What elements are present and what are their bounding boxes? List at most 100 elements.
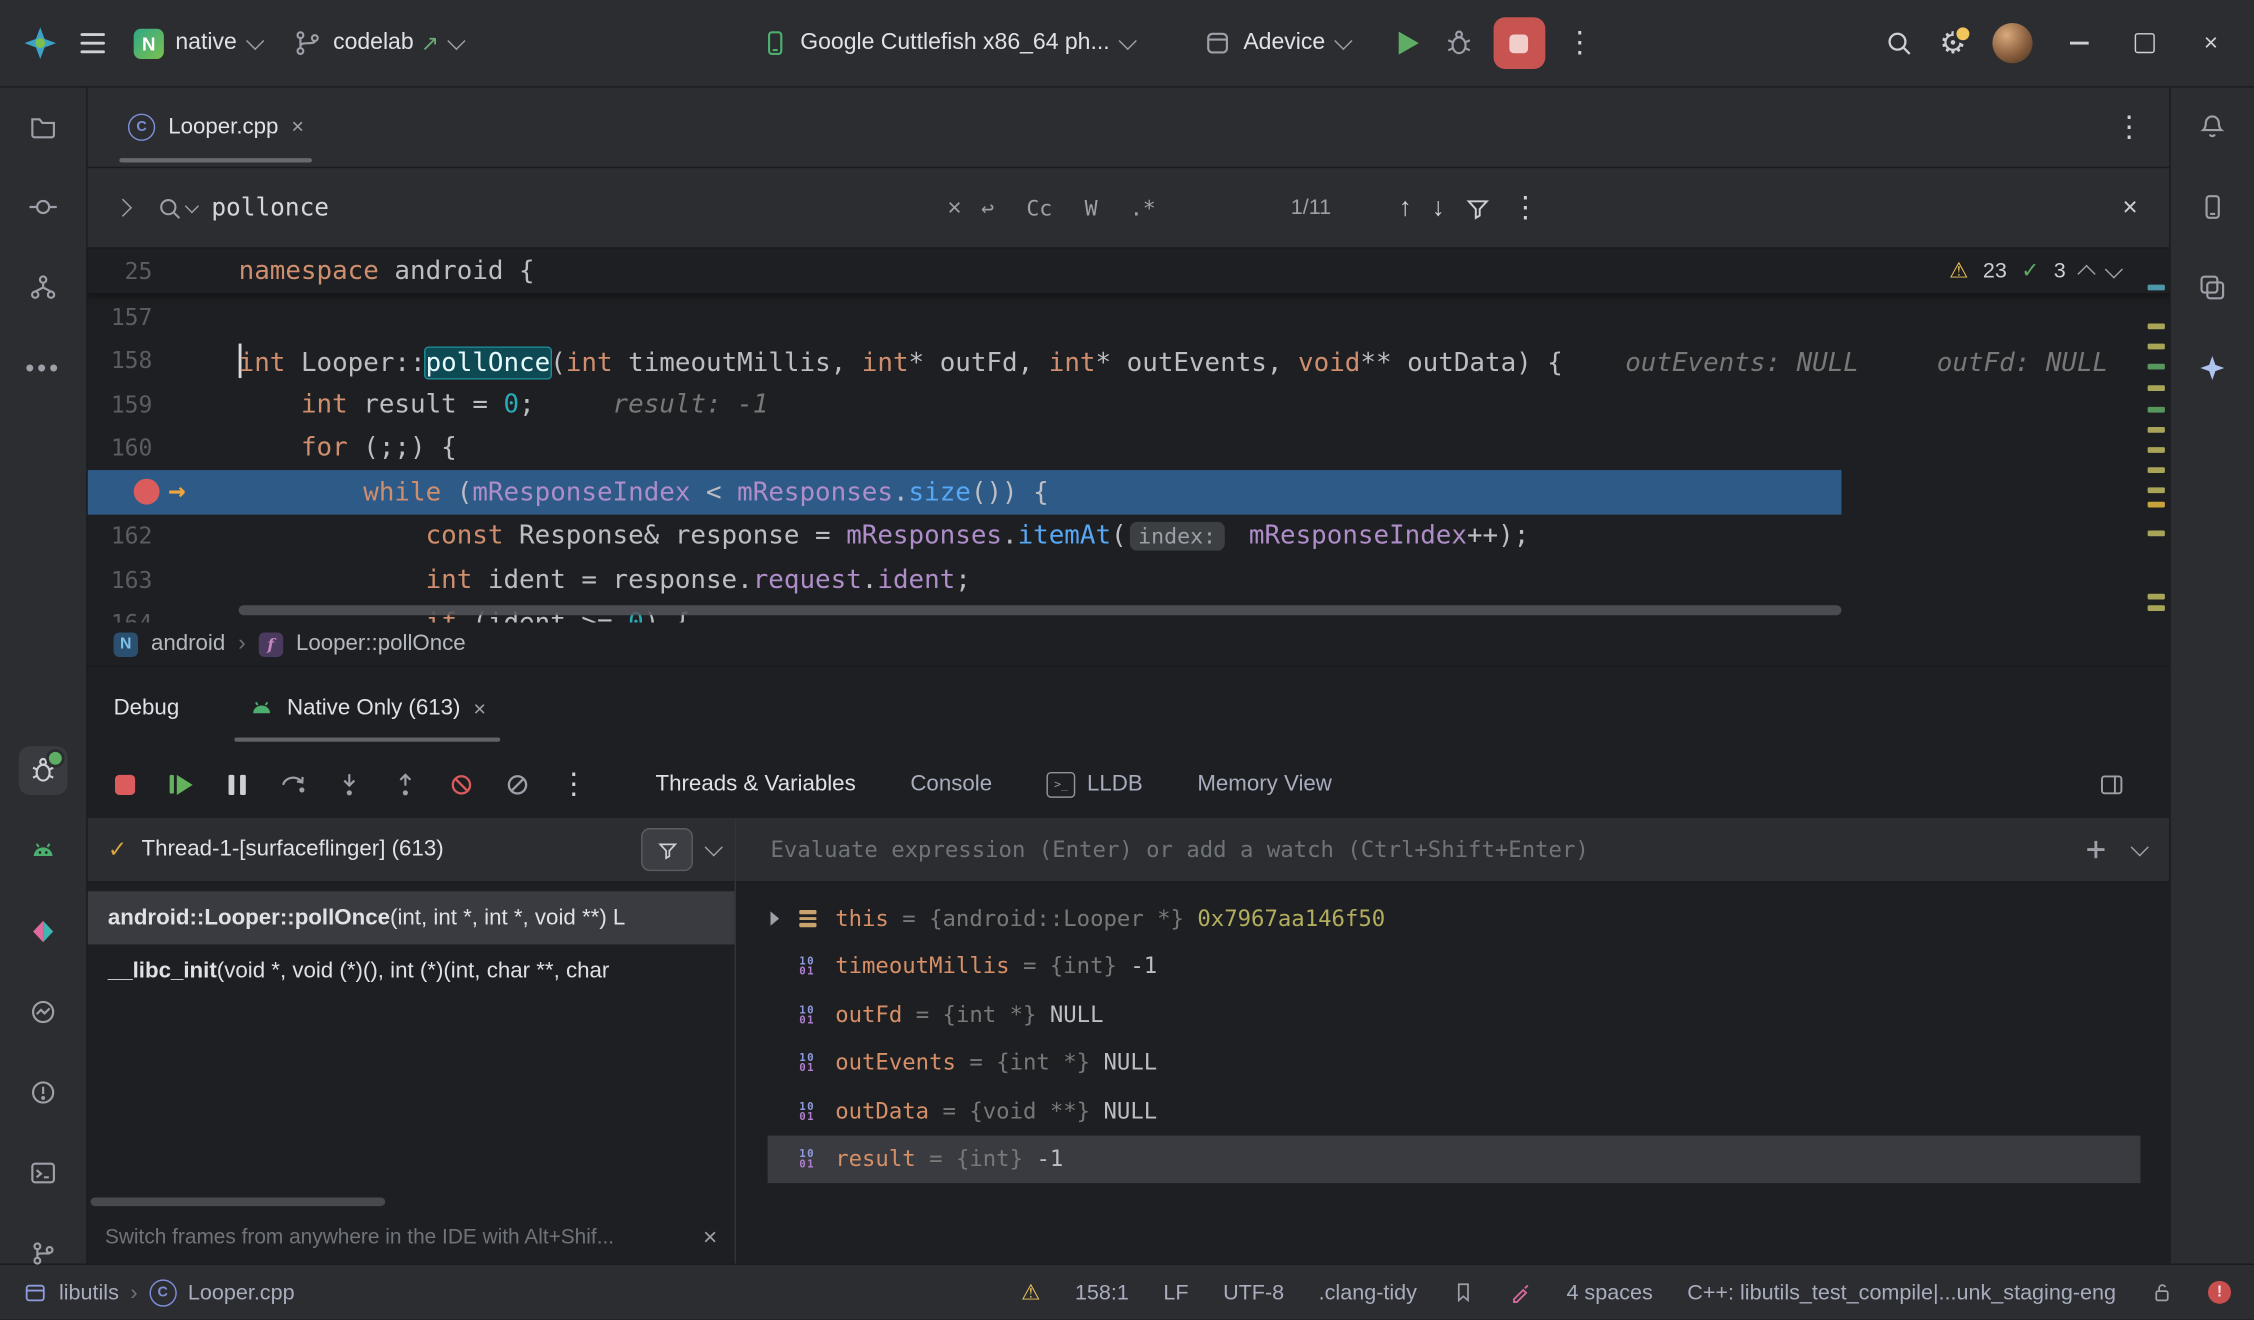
step-over-button[interactable] xyxy=(276,767,311,802)
device-manager-tool-button[interactable] xyxy=(2188,183,2237,232)
line-number-gutter[interactable]: 164 xyxy=(88,602,203,623)
status-warning-icon[interactable]: ⚠ xyxy=(1021,1279,1040,1305)
chevron-down-icon[interactable] xyxy=(705,838,723,856)
problems-tool-button[interactable] xyxy=(19,1068,68,1117)
notifications-tool-button[interactable] xyxy=(2188,102,2237,151)
search-options-kebab-icon[interactable]: ⋮ xyxy=(1511,193,1540,222)
regex-toggle[interactable]: .* xyxy=(1117,185,1169,231)
file-encoding[interactable]: UTF-8 xyxy=(1223,1280,1284,1304)
error-stripe[interactable] xyxy=(2143,249,2166,623)
app-inspection-tool-button[interactable] xyxy=(19,907,68,956)
next-highlight-icon[interactable] xyxy=(2105,260,2123,278)
layout-settings-button[interactable] xyxy=(2094,767,2129,802)
match-case-toggle[interactable]: Cc xyxy=(1013,185,1065,231)
run-button[interactable] xyxy=(1387,14,1430,72)
stack-frame[interactable]: android::Looper::pollOnce(int, int *, in… xyxy=(88,891,735,944)
chevron-down-icon[interactable] xyxy=(2131,838,2149,856)
close-window-button[interactable]: × xyxy=(2179,14,2242,72)
maximize-button[interactable] xyxy=(2113,14,2176,72)
commit-tool-button[interactable] xyxy=(19,183,68,232)
tab-looper-cpp[interactable]: C Looper.cpp × xyxy=(108,88,324,167)
session-tab-close-icon[interactable]: × xyxy=(473,696,486,720)
line-ending[interactable]: LF xyxy=(1163,1280,1188,1304)
breakpoint-icon[interactable] xyxy=(134,479,160,505)
terminal-tool-button[interactable] xyxy=(19,1149,68,1198)
logcat-tool-button[interactable] xyxy=(19,827,68,876)
variable-row[interactable]: this = {android::Looper *} 0x7967aa146f5… xyxy=(736,894,2169,942)
dismiss-hint-icon[interactable]: × xyxy=(703,1223,717,1252)
line-number-gutter[interactable]: 162 xyxy=(88,514,203,558)
clear-search-icon[interactable]: × xyxy=(947,193,961,222)
breadcrumb-namespace[interactable]: android xyxy=(151,631,225,657)
resume-button[interactable] xyxy=(164,767,199,802)
step-out-button[interactable] xyxy=(388,767,423,802)
code-text[interactable]: int ident = response.request.ident; xyxy=(239,565,971,595)
code-editor[interactable]: 25 namespace android { 157158 int Looper:… xyxy=(88,249,2170,623)
inspections-widget[interactable]: ⚠ 23 ✓ 3 xyxy=(1949,257,2120,283)
stack-frame[interactable]: __libc_init(void *, void (*)(), int (*)(… xyxy=(88,944,735,997)
debug-button[interactable] xyxy=(1433,14,1485,72)
build-config[interactable]: C++: libutils_test_compile|...unk_stagin… xyxy=(1687,1280,2116,1304)
close-search-icon[interactable]: × xyxy=(2122,193,2137,223)
search-history-button[interactable] xyxy=(157,195,197,221)
main-menu-button[interactable] xyxy=(69,14,116,72)
cursor-position[interactable]: 158:1 xyxy=(1075,1280,1129,1304)
filter-frames-button[interactable] xyxy=(641,828,693,871)
code-text[interactable]: while (mResponseIndex < mResponses.size(… xyxy=(239,477,1049,507)
sticky-context-line[interactable]: 25 namespace android { xyxy=(88,249,2170,295)
status-module[interactable]: libutils xyxy=(59,1280,119,1304)
debug-tab-console[interactable]: Console xyxy=(910,771,992,797)
variable-row[interactable]: 1001outEvents = {int *} NULL xyxy=(736,1039,2169,1087)
structure-tool-button[interactable] xyxy=(19,263,68,312)
variable-row[interactable]: 1001outData = {void **} NULL xyxy=(736,1087,2169,1135)
thread-selector[interactable]: ✓ Thread-1-[surfaceflinger] (613) xyxy=(88,818,735,883)
search-field[interactable]: pollonce × xyxy=(157,193,962,222)
frames-horizontal-scrollbar[interactable] xyxy=(91,1197,386,1206)
line-number-gutter[interactable]: 158 xyxy=(88,339,203,383)
pause-button[interactable] xyxy=(220,767,255,802)
version-control-tool-button[interactable] xyxy=(19,1229,68,1278)
code-text[interactable]: int Looper::pollOnce(int timeoutMillis, … xyxy=(239,343,2109,378)
indent-setting[interactable]: 4 spaces xyxy=(1566,1280,1652,1304)
gemini-assistant-tool-button[interactable] xyxy=(2188,344,2237,393)
stop-button[interactable] xyxy=(1493,17,1545,69)
filter-search-button[interactable] xyxy=(1465,195,1491,221)
variable-row[interactable]: 1001result = {int} -1 xyxy=(736,1135,2169,1183)
debug-tab-lldb[interactable]: >_LLDB xyxy=(1047,771,1143,797)
device-selector[interactable]: Google Cuttlefish x86_64 ph... xyxy=(746,14,1149,72)
words-toggle[interactable]: W xyxy=(1065,185,1117,231)
expand-replace-button[interactable] xyxy=(88,201,157,214)
bookmark-icon[interactable] xyxy=(1451,1281,1474,1304)
breadcrumb-function[interactable]: Looper::pollOnce xyxy=(296,631,466,657)
previous-match-button[interactable]: ↑ xyxy=(1399,193,1412,223)
running-devices-tool-button[interactable] xyxy=(2188,263,2237,312)
line-number-gutter[interactable]: 163 xyxy=(88,558,203,602)
newline-toggle[interactable]: ↩ xyxy=(962,185,1014,231)
view-breakpoints-button[interactable] xyxy=(500,767,535,802)
run-config-selector[interactable]: Adevice xyxy=(1189,14,1364,72)
code-text[interactable]: int result = 0; result: -1 xyxy=(239,389,769,419)
next-match-button[interactable]: ↓ xyxy=(1432,193,1445,223)
previous-highlight-icon[interactable] xyxy=(2077,264,2095,282)
code-text[interactable]: const Response& response = mResponses.it… xyxy=(239,521,1530,551)
debug-session-tab[interactable]: Native Only (613) × xyxy=(228,667,506,750)
mute-breakpoints-button[interactable] xyxy=(444,767,479,802)
variable-row[interactable]: 1001timeoutMillis = {int} -1 xyxy=(736,942,2169,990)
tab-close-icon[interactable]: × xyxy=(291,115,304,139)
add-watch-icon[interactable] xyxy=(2084,838,2107,861)
ide-error-badge[interactable]: ! xyxy=(2208,1281,2231,1304)
debug-tab-memory-view[interactable]: Memory View xyxy=(1197,771,1332,797)
stop-process-button[interactable] xyxy=(108,767,143,802)
unlock-icon[interactable] xyxy=(2151,1281,2174,1304)
line-number-gutter[interactable]: → xyxy=(88,470,203,514)
more-actions-button[interactable]: ⋮ xyxy=(1554,14,1606,72)
user-avatar[interactable] xyxy=(1992,23,2032,63)
step-into-button[interactable] xyxy=(332,767,367,802)
line-number-gutter[interactable]: 157 xyxy=(88,295,203,339)
search-input[interactable]: pollonce xyxy=(211,193,933,222)
debug-more-kebab-icon[interactable]: ⋮ xyxy=(556,767,591,802)
code-text[interactable]: for (;;) { xyxy=(239,433,457,463)
status-file[interactable]: Looper.cpp xyxy=(188,1280,295,1304)
search-everywhere-button[interactable] xyxy=(1873,14,1925,72)
project-selector[interactable]: N native xyxy=(119,14,275,72)
